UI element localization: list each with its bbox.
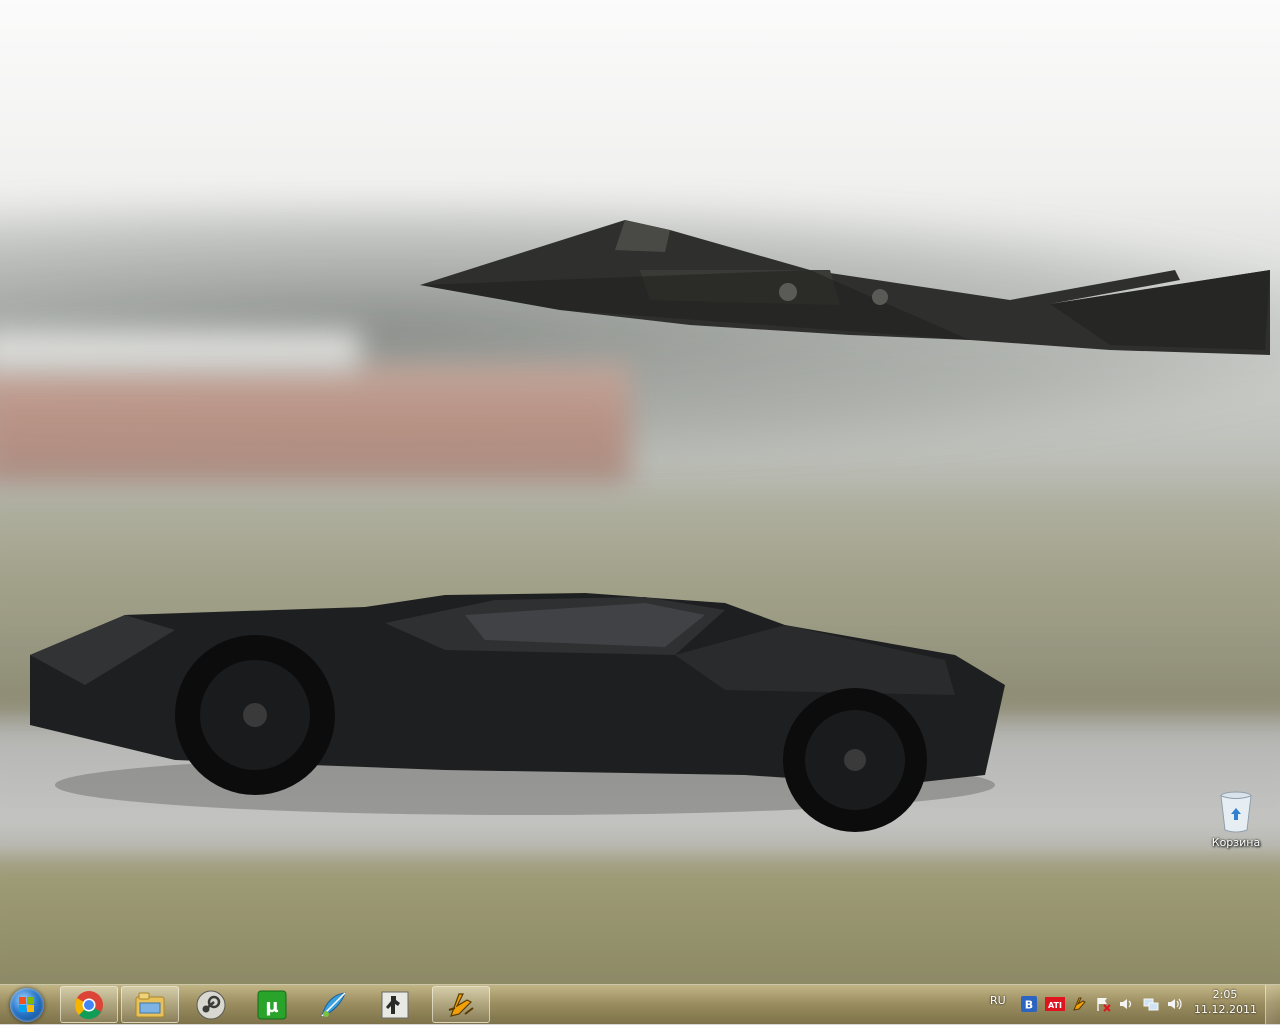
desktop-wallpaper: [0, 0, 1280, 984]
volume-tray-icon[interactable]: [1167, 996, 1183, 1012]
system-clock[interactable]: 2:05 11.12.2011: [1194, 987, 1257, 1017]
utorrent-icon: µ: [257, 990, 287, 1019]
show-desktop-button[interactable]: [1265, 985, 1280, 1024]
recycle-bin-icon: [1220, 791, 1252, 833]
foreground-grass: [0, 860, 1280, 984]
recycle-bin-label: Корзина: [1211, 836, 1261, 849]
taskbar-utorrent-button[interactable]: µ: [243, 986, 301, 1023]
taskbar-chrome-button[interactable]: [60, 986, 118, 1023]
svg-text:µ: µ: [265, 996, 278, 1017]
winamp-icon: [448, 992, 474, 1017]
clock-date: 11.12.2011: [1194, 1003, 1257, 1016]
counter-strike-icon: [381, 991, 409, 1018]
background-building: [0, 365, 630, 485]
qip-icon: [321, 991, 346, 1017]
taskbar-counter-strike-button[interactable]: [366, 986, 424, 1023]
taskbar-qip-button[interactable]: [304, 986, 362, 1023]
concept-car-image: [30, 593, 1005, 832]
taskbar: µ: [0, 984, 1280, 1024]
steam-icon: [196, 990, 226, 1019]
stealth-jet-image: [420, 220, 1270, 355]
start-button[interactable]: [2, 985, 52, 1025]
svg-text:B: B: [1025, 999, 1033, 1012]
action-center-flag-icon[interactable]: [1095, 996, 1111, 1012]
speaker-tray-icon[interactable]: [1118, 996, 1134, 1012]
explorer-icon: [135, 992, 165, 1017]
clock-time: 2:05: [1212, 988, 1238, 1001]
background-building-roof: [0, 330, 360, 370]
recycle-bin-desktop-icon[interactable]: Корзина: [1206, 790, 1266, 849]
taskbar-winamp-button[interactable]: [432, 986, 490, 1023]
chrome-icon: [75, 990, 103, 1019]
svg-text:ATI: ATI: [1048, 1001, 1062, 1010]
vkontakte-tray-icon[interactable]: B: [1021, 996, 1037, 1012]
winamp-agent-tray-icon[interactable]: [1071, 996, 1087, 1012]
input-language-indicator[interactable]: RU: [990, 994, 1006, 1007]
taskbar-explorer-button[interactable]: [121, 986, 179, 1023]
windows-orb-icon: [10, 988, 44, 1022]
network-tray-icon[interactable]: [1143, 996, 1159, 1012]
ati-catalyst-tray-icon[interactable]: ATI: [1045, 996, 1065, 1012]
taskbar-steam-button[interactable]: [182, 986, 240, 1023]
